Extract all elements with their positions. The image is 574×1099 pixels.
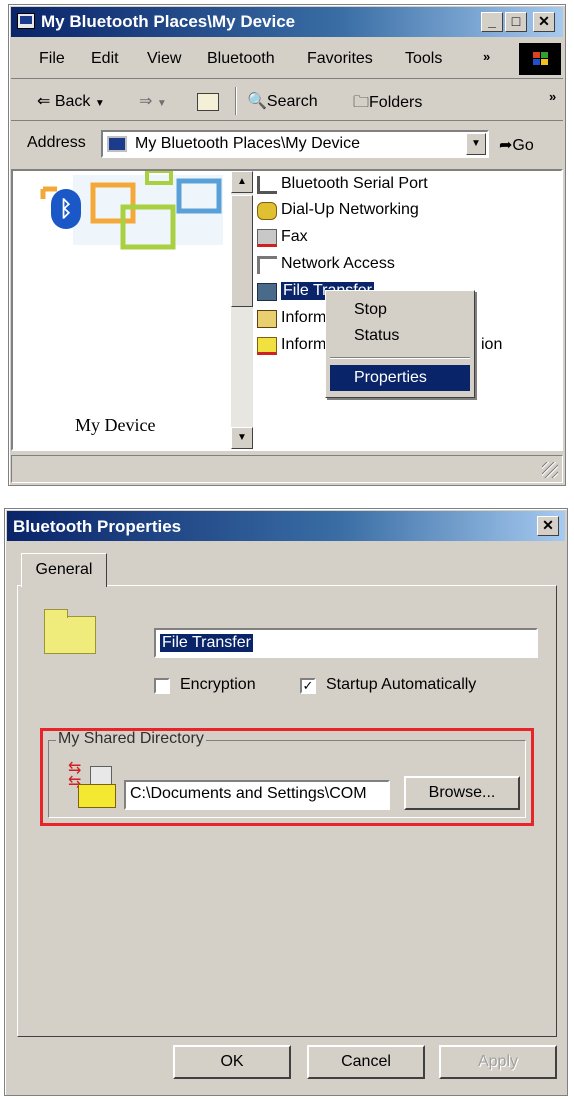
bluetooth-logo-icon: ᛒ: [51, 189, 81, 229]
address-value: My Bluetooth Places\My Device: [135, 135, 360, 152]
encryption-checkbox-box[interactable]: [154, 678, 170, 694]
fax-icon: [257, 229, 277, 247]
context-item-properties[interactable]: Properties: [330, 365, 470, 391]
search-button[interactable]: 🔍Search: [247, 91, 318, 111]
windows-logo-icon: [519, 43, 561, 75]
toolbar-overflow-chevron-icon[interactable]: »: [549, 89, 556, 104]
menu-bluetooth[interactable]: Bluetooth: [207, 50, 275, 68]
forward-button[interactable]: ⇒ ▼: [139, 91, 167, 111]
sync-folder-icon: [257, 337, 277, 355]
dialog-title: Bluetooth Properties: [13, 517, 182, 536]
service-label: Inform: [281, 336, 327, 353]
service-label: Inform: [281, 309, 327, 326]
service-label: Fax: [281, 228, 308, 245]
standard-toolbar: ⇐ Back ▼ ⇒ ▼ 🔍Search 🗀Folders »: [11, 81, 563, 121]
service-label: Bluetooth Serial Port: [281, 175, 428, 192]
network-access-icon: [257, 256, 277, 274]
folders-button[interactable]: 🗀Folders: [353, 91, 422, 118]
scroll-up-arrow-icon[interactable]: ▲: [231, 171, 253, 193]
apply-button[interactable]: Apply: [439, 1045, 557, 1079]
dialog-title-bar[interactable]: Bluetooth Properties ✕: [7, 511, 565, 541]
maximize-button[interactable]: □: [505, 12, 527, 32]
vertical-scrollbar[interactable]: ▲ ▼: [231, 171, 253, 449]
toolbar-separator: [235, 87, 237, 115]
close-button[interactable]: ✕: [533, 12, 555, 32]
back-button[interactable]: ⇐ Back ▼: [37, 91, 105, 111]
serial-port-icon: [257, 176, 277, 194]
back-dropdown-icon[interactable]: ▼: [95, 98, 105, 109]
tab-general[interactable]: General: [21, 553, 107, 587]
back-label: Back: [54, 93, 91, 110]
service-label-suffix: ion: [481, 336, 503, 353]
folders-label: Folders: [369, 94, 423, 111]
menu-favorites[interactable]: Favorites: [307, 50, 373, 68]
dialog-close-button[interactable]: ✕: [537, 516, 559, 536]
startup-checkbox-box[interactable]: ✓: [300, 678, 316, 694]
context-separator: [330, 357, 470, 359]
computer-icon: [17, 13, 35, 29]
folder-icon: [44, 609, 96, 654]
search-icon: 🔍: [247, 93, 267, 110]
context-menu: Stop Status Properties: [325, 290, 475, 398]
explorer-title-bar[interactable]: My Bluetooth Places\My Device _ □ ✕: [11, 7, 563, 37]
service-label: Dial-Up Networking: [281, 201, 419, 218]
resize-grip-icon[interactable]: [542, 462, 558, 478]
folders-icon: 🗀: [353, 94, 370, 111]
go-arrow-icon: ➦: [499, 137, 513, 154]
address-label: Address: [27, 134, 86, 151]
scroll-down-arrow-icon[interactable]: ▼: [231, 427, 253, 449]
minimize-button[interactable]: _: [481, 12, 503, 32]
encryption-label: Encryption: [180, 676, 256, 693]
bluetooth-banner-graphic: [40, 171, 223, 250]
status-bar: [11, 455, 563, 483]
menu-edit[interactable]: Edit: [91, 50, 119, 68]
explorer-content-area: ᛒ My Device ▲ ▼ Bluetooth Serial Port Di…: [11, 169, 563, 451]
search-label: Search: [266, 93, 318, 110]
service-name-input[interactable]: File Transfer: [154, 628, 538, 658]
address-dropdown-button[interactable]: ▼: [466, 133, 486, 155]
back-arrow-icon: ⇐: [37, 93, 51, 110]
service-name-value: File Transfer: [160, 634, 253, 652]
context-item-stop[interactable]: Stop: [330, 297, 470, 323]
explorer-window: My Bluetooth Places\My Device _ □ ✕ File…: [8, 4, 566, 486]
device-name-label: My Device: [75, 415, 156, 435]
computer-icon: [107, 136, 127, 152]
up-folder-icon[interactable]: [197, 93, 219, 111]
annotation-highlight-box: [40, 728, 534, 826]
go-button[interactable]: ➦Go: [499, 135, 534, 155]
forward-arrow-icon: ⇒: [139, 93, 153, 110]
cancel-button[interactable]: Cancel: [307, 1045, 425, 1079]
ok-button[interactable]: OK: [173, 1045, 291, 1079]
address-input[interactable]: My Bluetooth Places\My Device ▼: [101, 130, 489, 158]
startup-label: Startup Automatically: [326, 676, 477, 693]
device-info-pane: ᛒ My Device: [13, 171, 229, 449]
menu-view[interactable]: View: [147, 50, 181, 68]
explorer-title: My Bluetooth Places\My Device: [41, 12, 296, 31]
menu-bar: File Edit View Bluetooth Favorites Tools…: [11, 41, 563, 79]
information-exchange-icon: [257, 310, 277, 328]
dial-up-icon: [257, 202, 277, 220]
menu-file[interactable]: File: [39, 50, 65, 68]
address-bar: Address My Bluetooth Places\My Device ▼ …: [11, 123, 563, 165]
menu-overflow-chevron-icon[interactable]: »: [483, 49, 490, 64]
service-label: Network Access: [281, 255, 395, 272]
menu-tools[interactable]: Tools: [405, 50, 442, 68]
context-item-status[interactable]: Status: [330, 323, 470, 349]
scrollbar-thumb[interactable]: [231, 195, 253, 307]
forward-dropdown-icon[interactable]: ▼: [157, 98, 167, 109]
go-label: Go: [512, 137, 534, 154]
folder-icon: [257, 283, 277, 301]
